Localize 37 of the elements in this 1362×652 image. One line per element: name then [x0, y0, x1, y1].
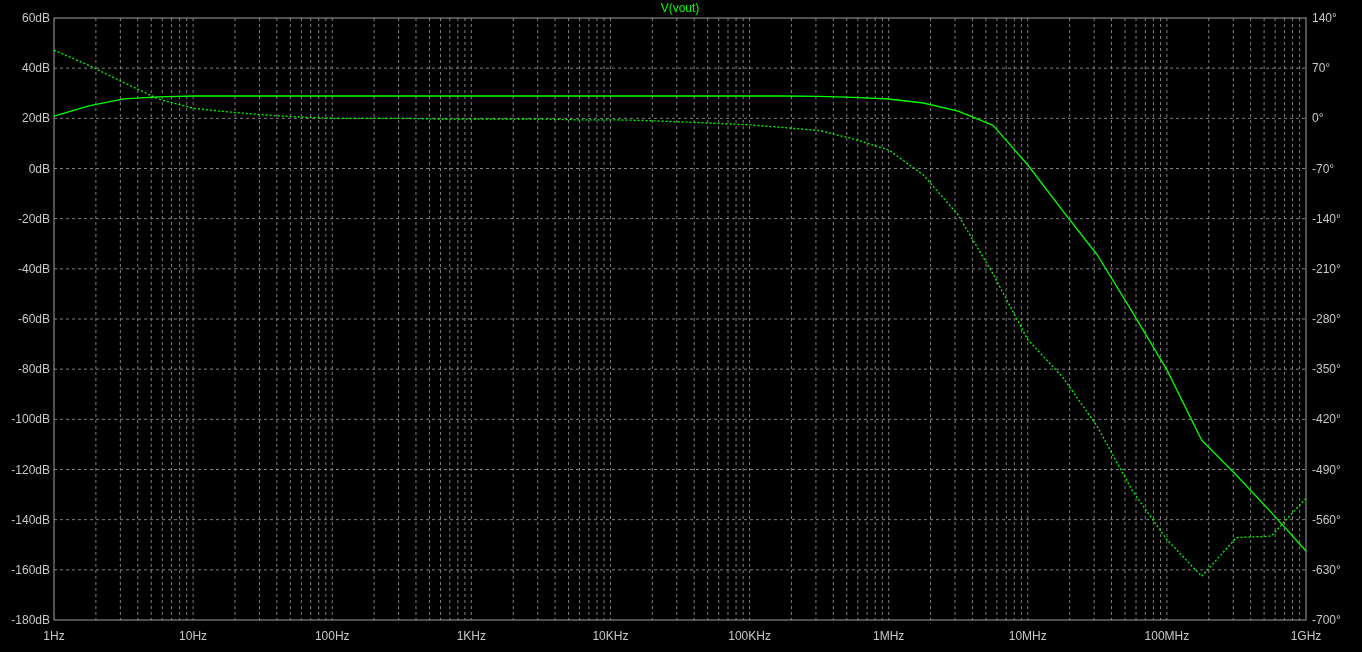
left-tick-label: -60dB: [17, 312, 50, 326]
right-tick-label: -630°: [1312, 562, 1341, 577]
x-tick-label: 100Hz: [314, 629, 350, 643]
left-tick-label: -140dB: [11, 512, 50, 527]
x-tick-label: 1GHz: [1290, 629, 1322, 643]
left-tick-label: 20dB: [21, 111, 50, 126]
x-tick-label: 10KHz: [592, 629, 629, 643]
left-tick-label: -160dB: [11, 562, 50, 577]
left-tick-label: -80dB: [17, 362, 50, 377]
x-tick-label: 10MHz: [1008, 629, 1047, 643]
left-tick-label: -120dB: [11, 462, 50, 477]
x-tick-label: 100MHz: [1144, 629, 1190, 643]
left-tick-label: -100dB: [11, 412, 50, 427]
right-tick-label: -560°: [1312, 512, 1341, 527]
right-tick-label: -280°: [1312, 312, 1341, 326]
x-tick-label: 1MHz: [873, 629, 905, 643]
right-tick-label: -70°: [1312, 161, 1335, 176]
x-tick-label: 10Hz: [179, 629, 208, 643]
left-tick-label: 60dB: [21, 11, 50, 25]
right-tick-label: -490°: [1312, 462, 1341, 477]
right-tick-label: 70°: [1312, 61, 1331, 76]
trace-label: V(vout): [660, 1, 700, 15]
right-tick-label: -210°: [1312, 261, 1341, 276]
right-tick-label: 140°: [1312, 11, 1337, 25]
right-tick-label: 0°: [1312, 111, 1324, 126]
left-tick-label: -20dB: [17, 211, 50, 226]
x-tick-label: 1Hz: [43, 629, 65, 643]
right-tick-label: -350°: [1312, 362, 1341, 377]
left-tick-label: -40dB: [17, 261, 50, 276]
x-tick-label: 1KHz: [456, 629, 486, 643]
left-tick-label: 0dB: [28, 161, 50, 176]
x-tick-label: 100KHz: [728, 629, 771, 643]
right-tick-label: -420°: [1312, 412, 1341, 427]
right-tick-label: -140°: [1312, 211, 1341, 226]
right-tick-label: -700°: [1312, 613, 1341, 627]
left-tick-label: -180dB: [11, 613, 50, 627]
left-tick-label: 40dB: [21, 61, 50, 76]
